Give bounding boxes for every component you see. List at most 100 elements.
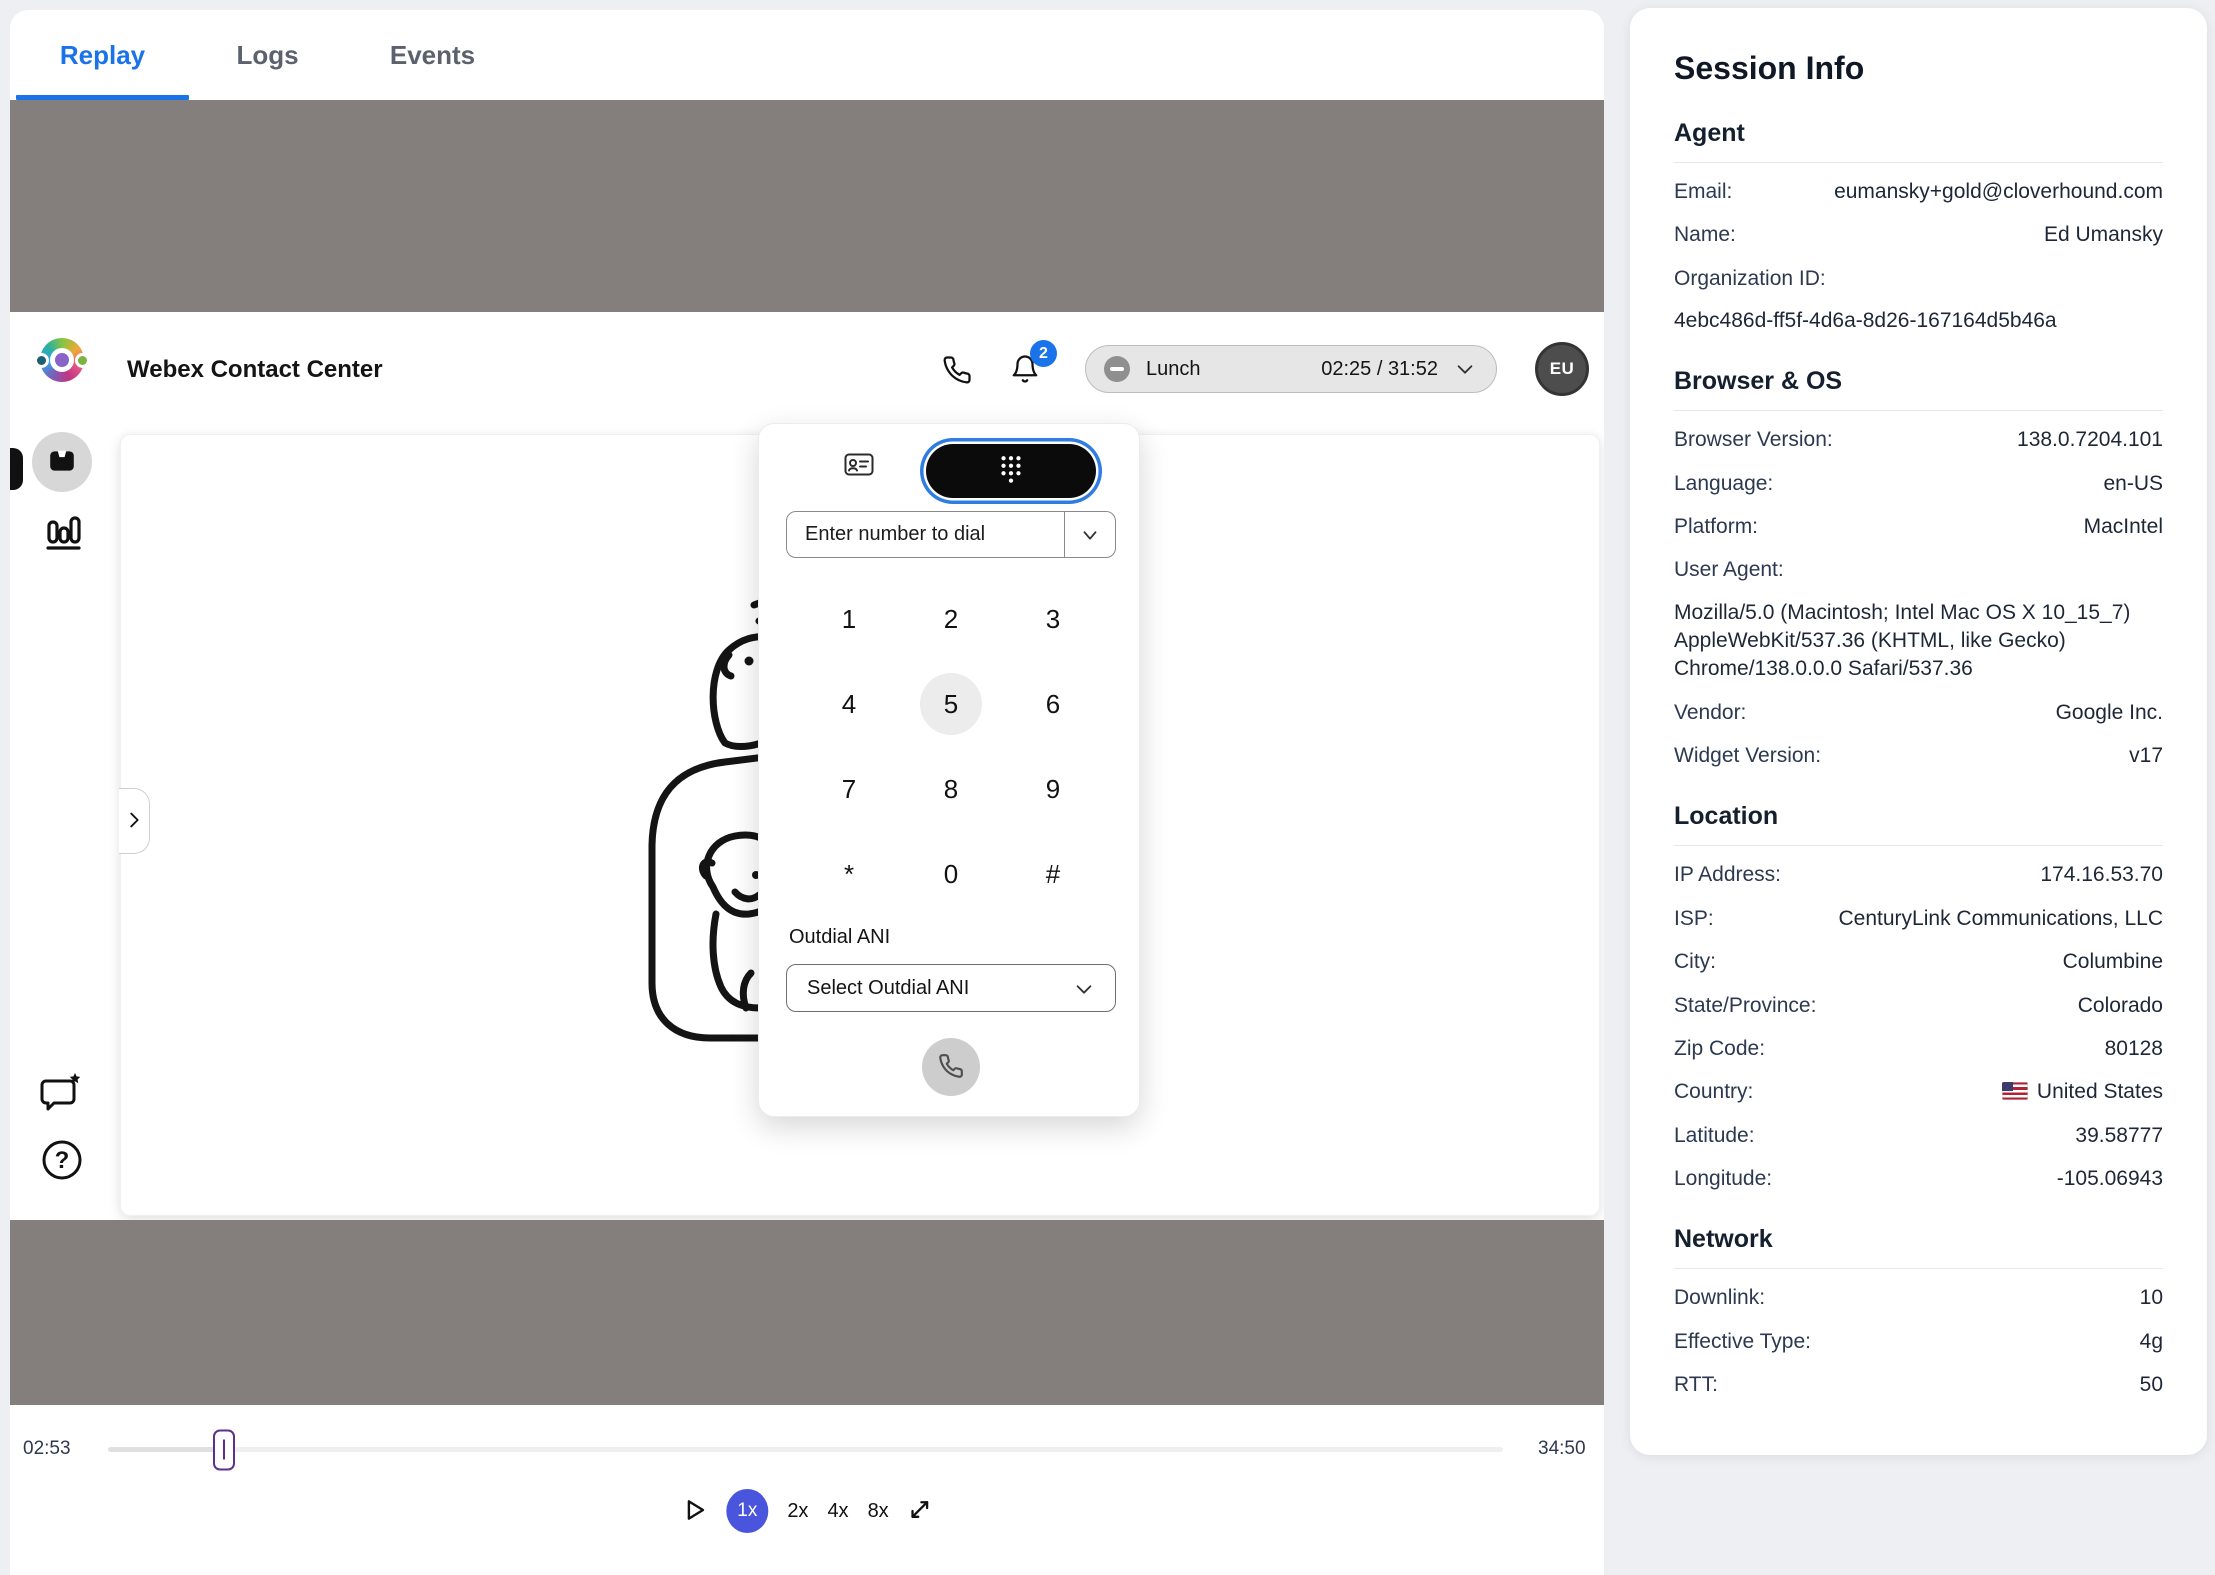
us-flag-icon (2002, 1082, 2028, 1100)
avatar[interactable]: EU (1535, 342, 1589, 396)
info-value: 174.16.53.70 (2040, 861, 2163, 889)
status-timer: 02:25 / 31:52 (1321, 358, 1438, 381)
info-row: Latitude:39.58777 (1674, 1122, 2163, 1150)
dialpad-key-pound[interactable]: # (1022, 843, 1084, 905)
section-title: Network (1674, 1225, 2163, 1269)
status-label: Lunch (1146, 358, 1201, 381)
sidebar-item-analytics[interactable] (43, 510, 83, 555)
clipped-sidebar-icon (10, 448, 23, 490)
info-label: Downlink: (1674, 1284, 1765, 1312)
play-button[interactable] (681, 1497, 707, 1526)
info-row: Country:United States (1674, 1078, 2163, 1106)
session-info-sections: AgentEmail:eumansky+gold@cloverhound.com… (1674, 119, 2163, 1399)
fullscreen-expand-icon (908, 1497, 933, 1525)
panel-expander[interactable] (119, 788, 150, 854)
info-label: User Agent: (1674, 558, 1784, 581)
dialpad-keys: 123 456 789 * 0 # (818, 588, 1084, 905)
speed-8x[interactable]: 8x (868, 1500, 889, 1523)
dialpad-key-5[interactable]: 5 (920, 673, 982, 735)
info-row: Name:Ed Umansky (1674, 221, 2163, 249)
input-divider (1064, 512, 1066, 557)
speed-1x[interactable]: 1x (726, 1489, 768, 1533)
info-value: eumansky+gold@cloverhound.com (1834, 178, 2163, 206)
dialpad-key-9[interactable]: 9 (1022, 758, 1084, 820)
agent-status-selector[interactable]: Lunch 02:25 / 31:52 (1085, 345, 1497, 393)
scrubber-handle[interactable] (213, 1429, 235, 1470)
dialpad-key-4[interactable]: 4 (818, 673, 880, 735)
info-label: ISP: (1674, 905, 1714, 933)
notifications-bell-icon[interactable]: 2 (1010, 354, 1040, 387)
info-row: Browser Version:138.0.7204.101 (1674, 426, 2163, 454)
call-button[interactable] (922, 1038, 980, 1096)
info-row: IP Address:174.16.53.70 (1674, 861, 2163, 889)
replayed-app-viewport: Webex Contact Center 2 Lunch 02:25 / 31:… (10, 312, 1604, 1220)
timeline-scrubber[interactable] (108, 1447, 1503, 1452)
info-row: ISP:CenturyLink Communications, LLC (1674, 905, 2163, 933)
dialpad-key-7[interactable]: 7 (818, 758, 880, 820)
info-label: Longitude: (1674, 1165, 1772, 1193)
fullscreen-button[interactable] (908, 1497, 933, 1525)
chevron-down-icon (1452, 358, 1478, 380)
contact-card-icon[interactable] (844, 451, 874, 481)
info-label: Widget Version: (1674, 742, 1821, 770)
section-title: Agent (1674, 119, 2163, 163)
section-title: Browser & OS (1674, 367, 2163, 411)
info-row: Platform:MacIntel (1674, 513, 2163, 541)
info-value: 80128 (2105, 1035, 2163, 1063)
inbox-icon (47, 447, 77, 477)
dialpad-key-1[interactable]: 1 (818, 588, 880, 650)
section-title: Location (1674, 802, 2163, 846)
info-value: v17 (2129, 742, 2163, 770)
dial-number-input[interactable]: Enter number to dial (786, 511, 1116, 558)
phone-icon[interactable] (942, 355, 972, 388)
outdial-ani-select[interactable]: Select Outdial ANI (786, 964, 1116, 1012)
info-label: Organization ID: (1674, 267, 1826, 290)
info-label: Country: (1674, 1078, 1753, 1106)
tab-replay[interactable]: Replay (20, 10, 185, 100)
info-value: 39.58777 (2075, 1122, 2163, 1150)
replay-stage: Webex Contact Center 2 Lunch 02:25 / 31:… (10, 100, 1604, 1405)
feedback-button[interactable] (38, 1070, 84, 1117)
chevron-down-icon[interactable] (1078, 524, 1102, 546)
sidebar-item-tasks[interactable] (32, 432, 92, 492)
info-value: Ed Umansky (2044, 221, 2163, 249)
dialpad-key-0[interactable]: 0 (920, 843, 982, 905)
bar-chart-icon (43, 540, 83, 555)
play-icon (681, 1497, 707, 1526)
info-label: Language: (1674, 470, 1773, 498)
tab-bar: ReplayLogsEvents (10, 10, 1604, 100)
timeline-played (108, 1447, 224, 1452)
current-time: 02:53 (23, 1438, 71, 1460)
outdial-ani-label: Outdial ANI (789, 926, 890, 949)
dialpad-key-3[interactable]: 3 (1022, 588, 1084, 650)
dialpad-key-2[interactable]: 2 (920, 588, 982, 650)
info-value: -105.06943 (2057, 1165, 2163, 1193)
info-label: Zip Code: (1674, 1035, 1765, 1063)
info-value: 4ebc486d-ff5f-4d6a-8d26-167164d5b46a (1674, 307, 2163, 335)
info-value: 4g (2140, 1328, 2163, 1356)
info-row: User Agent: Mozilla/5.0 (Macintosh; Intel… (1674, 556, 2163, 683)
help-icon: ? (40, 1170, 84, 1185)
info-value: Mozilla/5.0 (Macintosh; Intel Mac OS X 1… (1674, 599, 2163, 684)
webex-logo-dot (37, 356, 46, 365)
info-row: Organization ID: 4ebc486d-ff5f-4d6a-8d26-… (1674, 265, 2163, 336)
dialpad-key-8[interactable]: 8 (920, 758, 982, 820)
info-label: Browser Version: (1674, 426, 1833, 454)
section-browser-os: Browser & OS Browser Version:138.0.7204.1… (1674, 367, 2163, 770)
keypad-toggle-button[interactable] (926, 444, 1096, 498)
session-replay-page: ReplayLogsEvents Webex Contact Center 2 (0, 0, 2215, 1575)
dialpad-key-6[interactable]: 6 (1022, 673, 1084, 735)
tab-logs[interactable]: Logs (185, 10, 350, 100)
info-value: Columbine (2063, 948, 2163, 976)
dial-input-placeholder: Enter number to dial (805, 523, 985, 546)
dnd-status-icon (1104, 356, 1130, 382)
help-button[interactable]: ? (40, 1138, 84, 1185)
tab-events[interactable]: Events (350, 10, 515, 100)
dialpad-key-star[interactable]: * (818, 843, 880, 905)
speed-2x[interactable]: 2x (787, 1500, 808, 1523)
webex-logo-icon (40, 338, 84, 382)
svg-text:?: ? (55, 1147, 70, 1174)
speed-4x[interactable]: 4x (827, 1500, 848, 1523)
info-row: State/Province:Colorado (1674, 992, 2163, 1020)
info-value: Google Inc. (2056, 699, 2163, 727)
